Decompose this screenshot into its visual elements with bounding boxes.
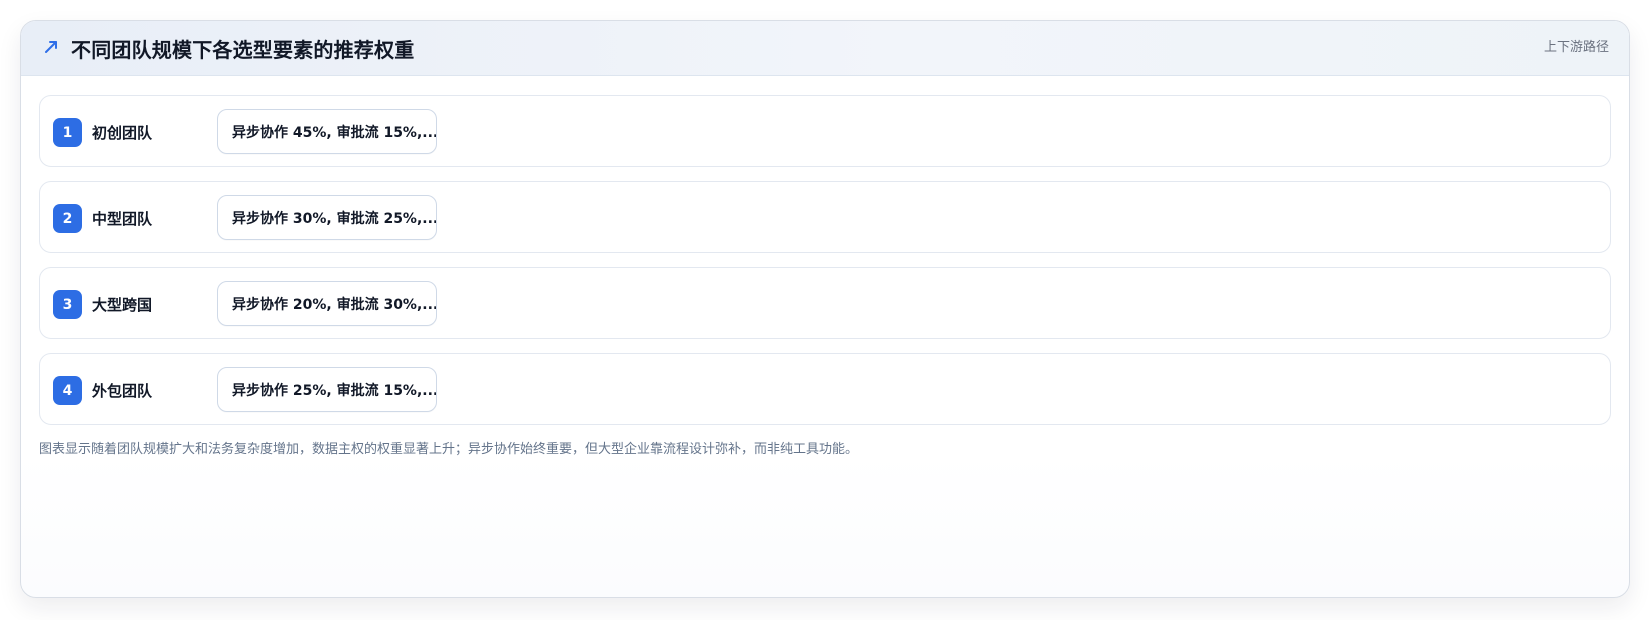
- trend-arrow-icon: [43, 38, 61, 56]
- weights-chip[interactable]: 异步协作 30%, 审批流 25%,...: [217, 195, 437, 240]
- row-index-badge: 1: [53, 118, 82, 147]
- page: 不同团队规模下各选型要素的推荐权重 上下游路径 1 初创团队 异步协作 45%,…: [0, 0, 1651, 620]
- card-title: 不同团队规模下各选型要素的推荐权重: [71, 38, 415, 62]
- row-index-badge: 3: [53, 290, 82, 319]
- team-weight-list: 1 初创团队 异步协作 45%, 审批流 15%,... 2 中型团队 异步协作…: [39, 95, 1611, 439]
- team-row-multinational: 3 大型跨国 异步协作 20%, 审批流 30%,...: [39, 267, 1611, 339]
- team-label: 大型跨国: [92, 296, 153, 314]
- team-label: 中型团队: [92, 210, 153, 228]
- card-header: 不同团队规模下各选型要素的推荐权重 上下游路径: [21, 21, 1629, 76]
- weights-chip[interactable]: 异步协作 45%, 审批流 15%,...: [217, 109, 437, 154]
- upstream-downstream-link[interactable]: 上下游路径: [1544, 36, 1609, 55]
- row-index-badge: 2: [53, 204, 82, 233]
- team-row-outsourced: 4 外包团队 异步协作 25%, 审批流 15%,...: [39, 353, 1611, 425]
- team-label: 外包团队: [92, 382, 153, 400]
- weights-chip[interactable]: 异步协作 25%, 审批流 15%,...: [217, 367, 437, 412]
- chart-footnote: 图表显示随着团队规模扩大和法务复杂度增加，数据主权的权重显著上升；异步协作始终重…: [39, 442, 859, 457]
- team-row-midsize: 2 中型团队 异步协作 30%, 审批流 25%,...: [39, 181, 1611, 253]
- team-row-startup: 1 初创团队 异步协作 45%, 审批流 15%,...: [39, 95, 1611, 167]
- row-index-badge: 4: [53, 376, 82, 405]
- weights-card: 不同团队规模下各选型要素的推荐权重 上下游路径 1 初创团队 异步协作 45%,…: [20, 20, 1630, 598]
- weights-chip[interactable]: 异步协作 20%, 审批流 30%,...: [217, 281, 437, 326]
- team-label: 初创团队: [92, 124, 153, 142]
